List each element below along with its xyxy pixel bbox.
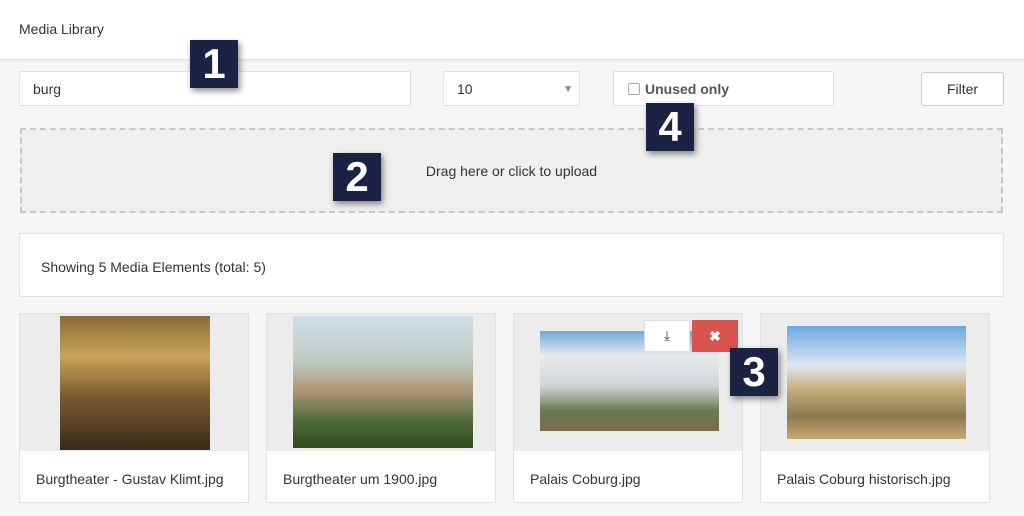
per-page-select[interactable]: 10 ▼ — [443, 71, 580, 106]
media-name: Palais Coburg historisch.jpg — [777, 471, 951, 487]
results-summary: Showing 5 Media Elements (total: 5) — [19, 233, 1004, 297]
media-name: Burgtheater - Gustav Klimt.jpg — [36, 471, 224, 487]
unused-only-checkbox[interactable]: Unused only — [613, 71, 834, 106]
upload-dropzone[interactable]: Drag here or click to upload — [20, 128, 1003, 213]
delete-icon: ✖ — [709, 327, 721, 344]
callout-4: 4 — [646, 103, 694, 151]
header: Media Library — [0, 0, 1024, 60]
media-card[interactable]: Burgtheater - Gustav Klimt.jpg — [19, 313, 249, 503]
callout-3: 3 — [730, 348, 778, 396]
media-card[interactable]: ⤓ ✖ Palais Coburg.jpg — [513, 313, 743, 503]
callout-1: 1 — [190, 40, 238, 88]
page-title: Media Library — [19, 21, 104, 37]
thumbnail-image — [787, 326, 966, 439]
callout-2: 2 — [333, 153, 381, 201]
media-name: Palais Coburg.jpg — [530, 471, 641, 487]
thumbnail-image — [60, 316, 210, 450]
filter-button[interactable]: Filter — [921, 72, 1004, 106]
download-icon: ⤓ — [664, 328, 670, 343]
media-card[interactable]: Palais Coburg historisch.jpg — [760, 313, 990, 503]
chevron-down-icon: ▼ — [563, 84, 573, 95]
download-button[interactable]: ⤓ — [644, 320, 690, 352]
thumbnail-image — [293, 316, 473, 448]
media-name: Burgtheater um 1900.jpg — [283, 471, 438, 487]
checkbox-icon[interactable] — [628, 82, 640, 95]
media-card[interactable]: Burgtheater um 1900.jpg — [266, 313, 496, 503]
